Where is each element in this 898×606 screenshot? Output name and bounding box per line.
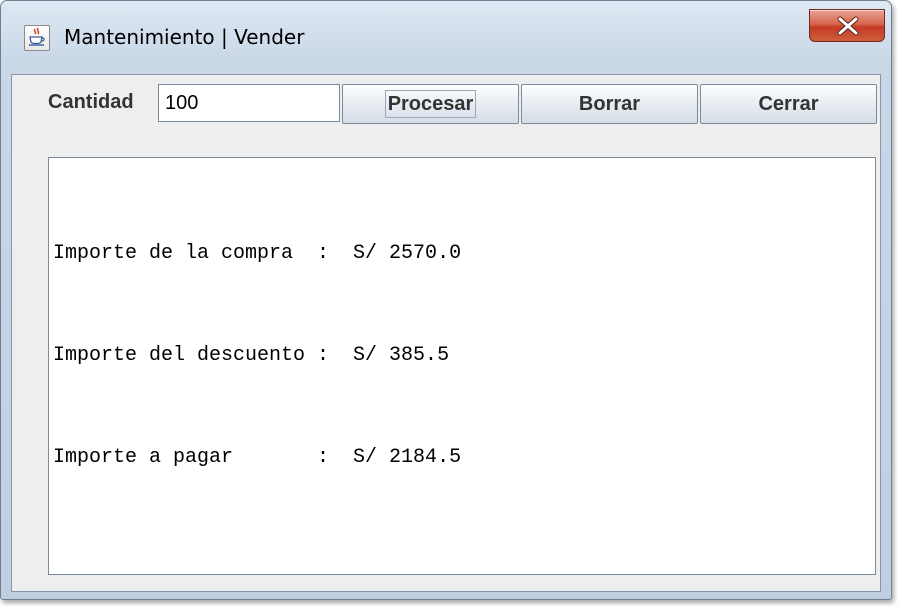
cantidad-input[interactable] <box>158 84 340 122</box>
output-line-compra: Importe de la compra : S/ 2570.0 <box>53 242 462 265</box>
window-title: Mantenimiento | Vender <box>64 25 305 49</box>
content-panel: Cantidad Procesar Borrar Cerrar Importe … <box>11 74 881 592</box>
procesar-button-label: Procesar <box>384 90 477 118</box>
close-window-button[interactable] <box>809 9 885 42</box>
borrar-button[interactable]: Borrar <box>521 84 698 124</box>
procesar-button[interactable]: Procesar <box>342 84 519 124</box>
cerrar-button[interactable]: Cerrar <box>700 84 877 124</box>
close-x-icon <box>837 16 859 36</box>
java-cup-icon <box>24 25 50 51</box>
cantidad-label: Cantidad <box>48 91 134 113</box>
output-text-area[interactable]: Importe de la compra : S/ 2570.0 Importe… <box>48 157 876 575</box>
app-window: Mantenimiento | Vender Cantidad Procesar… <box>0 0 892 600</box>
title-bar[interactable]: Mantenimiento | Vender <box>1 1 891 77</box>
output-line-descuento: Importe del descuento : S/ 385.5 <box>53 344 450 367</box>
output-line-pagar: Importe a pagar : S/ 2184.5 <box>53 446 462 469</box>
